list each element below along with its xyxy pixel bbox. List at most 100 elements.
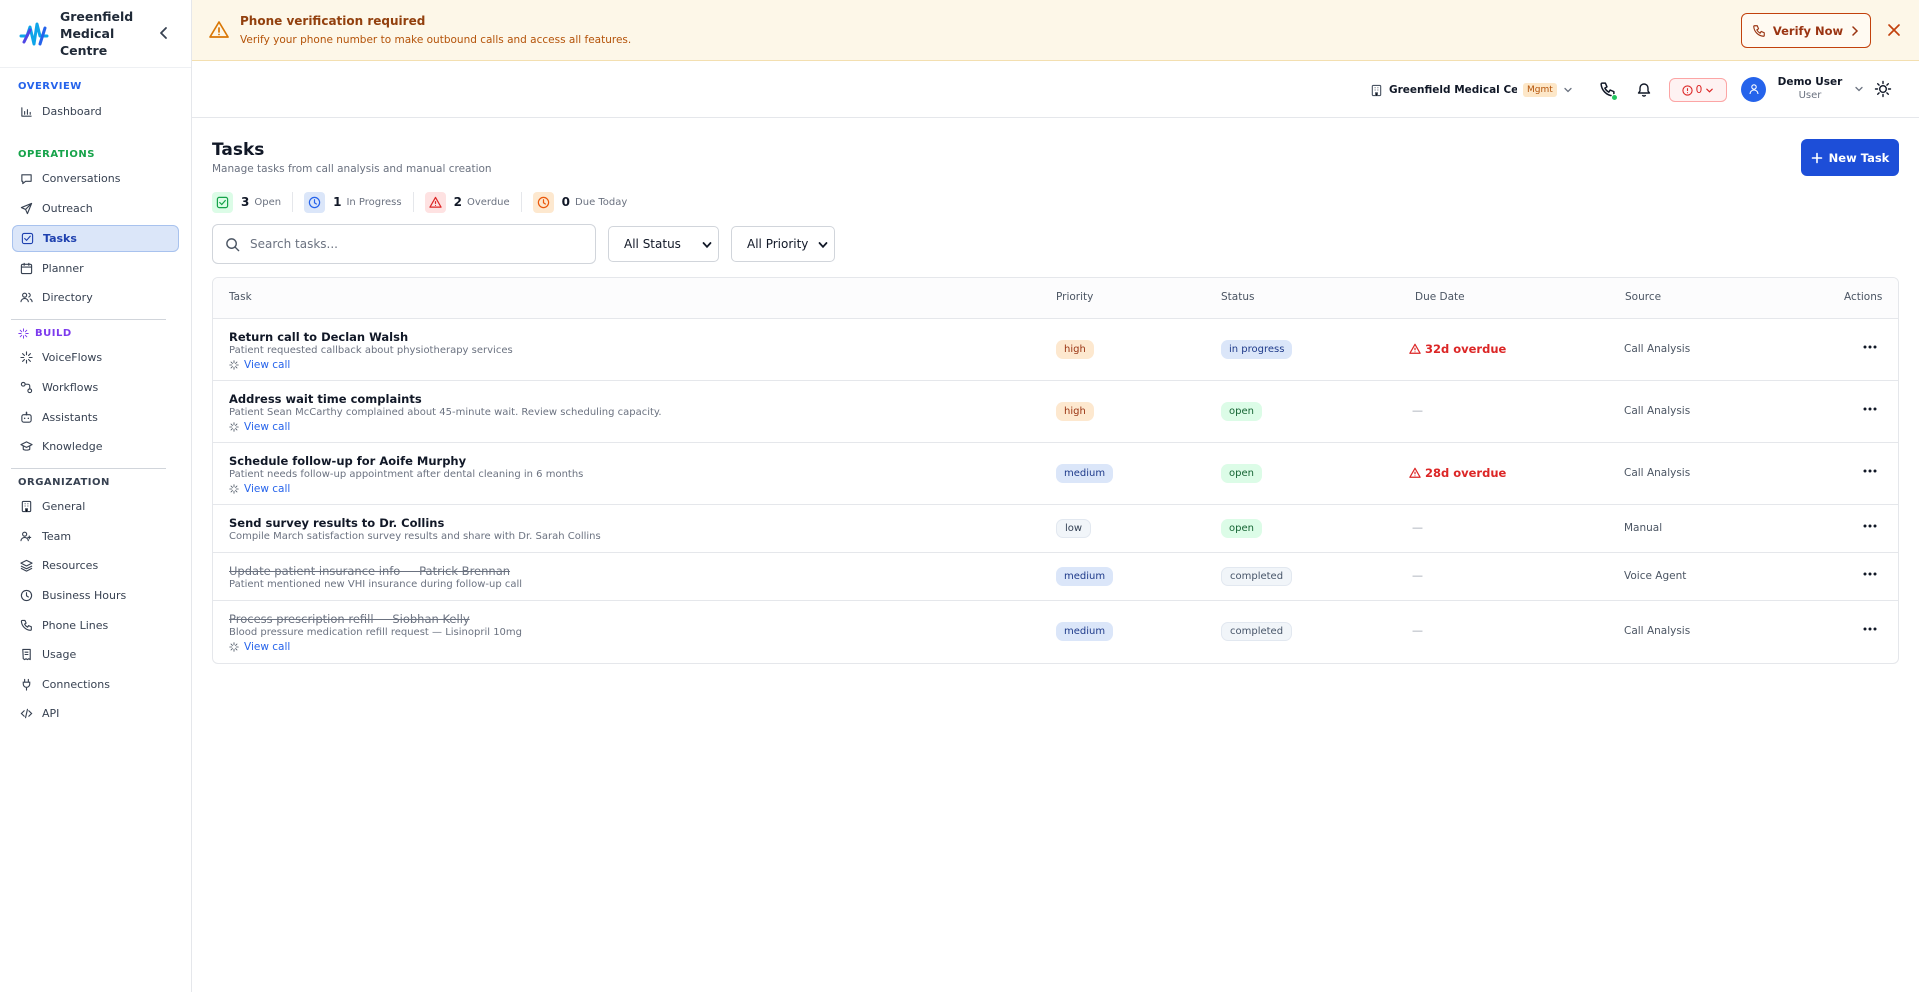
avatar — [1741, 76, 1766, 102]
sidebar-item-tasks[interactable]: Tasks — [12, 224, 179, 252]
sidebar-item-dashboard[interactable]: Dashboard — [12, 98, 179, 124]
more-actions-icon[interactable] — [1862, 404, 1878, 414]
stat-due-today: 0 Due Today — [532, 191, 627, 213]
warning-icon — [1409, 467, 1421, 478]
more-actions-icon[interactable] — [1862, 521, 1878, 531]
table-row[interactable]: Address wait time complaints Patient Sean… — [213, 381, 1898, 443]
sidebar-item-usage[interactable]: Usage — [12, 642, 179, 668]
bell-icon — [1637, 83, 1651, 97]
status-badge: open — [1221, 519, 1262, 538]
table-row[interactable]: Return call to Declan Walsh Patient reque… — [213, 319, 1898, 381]
due-date-text: 32d overdue — [1425, 342, 1507, 356]
theme-toggle[interactable] — [1872, 78, 1894, 100]
task-title[interactable]: Update patient insurance info — Patrick … — [229, 564, 510, 578]
org-switcher[interactable]: Greenfield Medical Ce... Mgmt — [1370, 78, 1573, 102]
view-call-label: View call — [244, 421, 291, 433]
clock-icon — [304, 191, 326, 213]
stat-overdue-label: Overdue — [466, 196, 510, 208]
sidebar-item-directory[interactable]: Directory — [12, 285, 179, 311]
sidebar-item-label: Directory — [42, 291, 93, 305]
layers-icon — [20, 560, 33, 573]
status-filter[interactable]: All Status — [608, 226, 719, 262]
view-call-link[interactable]: View call — [229, 359, 290, 371]
sidebar-item-planner[interactable]: Planner — [12, 255, 179, 281]
search-input[interactable] — [250, 237, 580, 251]
sidebar-item-workflows[interactable]: Workflows — [12, 375, 179, 401]
sidebar-item-label: Conversations — [42, 172, 121, 186]
view-call-label: View call — [244, 483, 291, 495]
chat-icon — [21, 174, 32, 185]
sidebar-item-connections[interactable]: Connections — [12, 671, 179, 697]
chevron-down-icon — [818, 242, 828, 249]
close-icon[interactable] — [1885, 21, 1903, 39]
view-call-link[interactable]: View call — [229, 641, 290, 653]
task-description: Patient needs follow-up appointment afte… — [229, 469, 584, 480]
stat-open: 3 Open — [212, 191, 281, 213]
due-date-empty: — — [1412, 569, 1423, 582]
collapse-sidebar-icon[interactable] — [156, 25, 172, 41]
sidebar-item-api[interactable]: API — [12, 701, 179, 727]
view-call-label: View call — [244, 359, 291, 371]
task-title[interactable]: Schedule follow-up for Aoife Murphy — [229, 454, 466, 468]
sidebar-item-team[interactable]: Team — [12, 523, 179, 549]
due-date-overdue: 28d overdue — [1409, 466, 1506, 480]
table-row[interactable]: Update patient insurance info — Patrick … — [213, 553, 1898, 601]
user-menu[interactable]: Demo User User — [1741, 72, 1864, 106]
task-title[interactable]: Process prescription refill — Siobhan Ke… — [229, 612, 470, 626]
sidebar-item-assistants[interactable]: Assistants — [12, 404, 179, 430]
code-icon — [20, 709, 33, 719]
task-title[interactable]: Return call to Declan Walsh — [229, 330, 408, 344]
sidebar-item-label: Phone Lines — [42, 618, 109, 632]
sidebar-item-outreach[interactable]: Outreach — [12, 195, 179, 221]
search-field[interactable] — [212, 224, 596, 264]
sidebar-item-general[interactable]: General — [12, 494, 179, 520]
more-actions-icon[interactable] — [1862, 569, 1878, 579]
tasks-table: Task Priority Status Due Date Source Act… — [212, 277, 1899, 664]
plug-icon — [22, 678, 31, 691]
sidebar-item-knowledge[interactable]: Knowledge — [12, 434, 179, 460]
status-badge: open — [1221, 402, 1262, 421]
tasks-icon — [21, 232, 34, 244]
priority-filter[interactable]: All Priority — [731, 226, 835, 262]
task-description: Patient Sean McCarthy complained about 4… — [229, 407, 662, 418]
table-row[interactable]: Process prescription refill — Siobhan Ke… — [213, 601, 1898, 663]
task-title[interactable]: Send survey results to Dr. Collins — [229, 516, 444, 530]
more-actions-icon[interactable] — [1862, 342, 1878, 352]
priority-badge: low — [1056, 519, 1092, 538]
sidebar-item-business-hours[interactable]: Business Hours — [12, 583, 179, 609]
task-stats: 3 Open 1 In Progress 2 Overdue 0 Due Tod… — [212, 190, 627, 214]
table-row[interactable]: Send survey results to Dr. Collins Compil… — [213, 505, 1898, 553]
sparkle-icon — [20, 351, 33, 365]
alerts-dropdown[interactable]: 0 — [1669, 78, 1727, 102]
verify-now-button[interactable]: Verify Now — [1741, 13, 1871, 48]
status-badge: open — [1221, 464, 1262, 483]
calendar-icon — [20, 262, 33, 275]
view-call-link[interactable]: View call — [229, 421, 290, 433]
warning-icon — [424, 191, 446, 213]
sidebar-item-voiceflows[interactable]: VoiceFlows — [12, 345, 179, 371]
due-date-text: 28d overdue — [1425, 466, 1507, 480]
search-icon — [226, 237, 240, 251]
warning-icon — [1409, 343, 1421, 354]
more-actions-icon[interactable] — [1862, 466, 1878, 476]
brand-logo-icon — [19, 22, 49, 45]
sidebar-item-resources[interactable]: Resources — [12, 553, 179, 579]
priority-filter-value: All Priority — [747, 237, 809, 251]
call-button[interactable] — [1596, 78, 1618, 101]
header-source: Source — [1625, 291, 1662, 303]
sidebar-item-phone-lines[interactable]: Phone Lines — [12, 612, 179, 638]
table-row[interactable]: Schedule follow-up for Aoife Murphy Patie… — [213, 443, 1898, 505]
sidebar-item-label: VoiceFlows — [42, 351, 103, 365]
nav-section-operations: OPERATIONS Conversations Outreach Tasks Plan… — [0, 149, 191, 311]
new-task-button[interactable]: New Task — [1801, 139, 1899, 176]
section-title-build: BUILD — [35, 327, 72, 339]
sidebar-item-conversations[interactable]: Conversations — [12, 166, 179, 192]
banner-text: Verify your phone number to make outboun… — [240, 34, 632, 46]
priority-badge: medium — [1056, 567, 1114, 586]
nav-section-build: BUILD VoiceFlows Workflows Assistants Knowle… — [0, 328, 191, 460]
view-call-link[interactable]: View call — [229, 483, 290, 495]
task-title[interactable]: Address wait time complaints — [229, 392, 422, 406]
notifications-button[interactable] — [1633, 78, 1655, 100]
more-actions-icon[interactable] — [1862, 624, 1878, 634]
stat-due-today-count: 0 — [561, 195, 571, 209]
